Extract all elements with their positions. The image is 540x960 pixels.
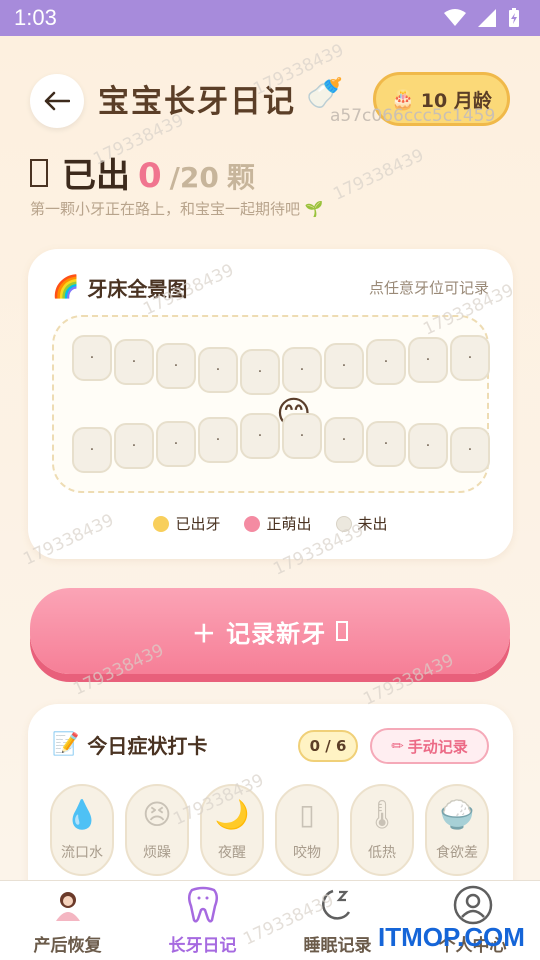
tab-postpartum[interactable]: 产后恢复 <box>0 881 135 960</box>
status-icons <box>444 8 520 28</box>
symptom-card-title: 今日症状打卡 <box>87 734 208 758</box>
lower-tooth-slot[interactable]: · <box>156 421 196 467</box>
legend-item-erupting: 正萌出 <box>244 513 312 534</box>
upper-tooth-slot[interactable]: · <box>324 343 364 389</box>
lower-tooth-slot[interactable]: · <box>282 413 322 459</box>
legend-label-erupted: 已出牙 <box>175 515 221 533</box>
manual-record-button[interactable]: ✏ 手动记录 <box>370 728 489 764</box>
rainbow-icon: 🌈 <box>52 275 80 300</box>
symptom-count-badge: 0 / 6 <box>298 730 358 762</box>
tab-label: 产后恢复 <box>33 936 102 956</box>
symptom-poor-appetite[interactable]: 🍚 食欲差 <box>425 784 489 876</box>
droplet-icon: 💧 <box>64 797 100 831</box>
site-brand-watermark: ITMOP.COM <box>378 922 525 952</box>
manual-record-label: 手动记录 <box>407 737 468 756</box>
mother-avatar-icon <box>50 885 86 925</box>
symptom-label: 流口水 <box>61 845 103 861</box>
upper-tooth-slot[interactable]: · <box>72 335 112 381</box>
thermometer-icon: 🌡 <box>364 797 400 831</box>
arrow-left-icon <box>44 91 70 111</box>
symptom-drooling[interactable]: 💧 流口水 <box>50 784 114 876</box>
lower-tooth-slot[interactable]: · <box>198 417 238 463</box>
upper-tooth-slot[interactable]: · <box>114 339 154 385</box>
legend-item-erupted: 已出牙 <box>153 513 220 534</box>
legend-dot-erupting <box>244 515 261 532</box>
rice-bowl-icon: 🍚 <box>439 797 475 831</box>
symptom-low-fever[interactable]: 🌡 低热 <box>350 784 414 876</box>
upper-tooth-slot[interactable]: · <box>282 347 322 393</box>
upper-tooth-slot[interactable]: · <box>408 337 448 383</box>
counter-count: 0 <box>138 156 162 196</box>
tab-label: 睡眠记录 <box>303 936 372 956</box>
counter-total: /20 <box>169 161 219 194</box>
upper-tooth-slot[interactable]: · <box>156 343 196 389</box>
symptom-label: 夜醒 <box>218 845 246 861</box>
tooth-icon <box>30 159 48 187</box>
upper-tooth-slot[interactable]: · <box>240 349 280 395</box>
tooth-icon <box>336 621 349 641</box>
upper-tooth-slot[interactable]: · <box>366 339 406 385</box>
tab-label: 长牙日记 <box>168 936 237 956</box>
symptom-label: 烦躁 <box>143 845 171 861</box>
teeth-counter: 已出 0/20 颗 <box>30 148 255 197</box>
lower-tooth-slot[interactable]: · <box>408 423 448 469</box>
tooth-tab-icon <box>186 885 220 925</box>
counter-unit: 颗 <box>226 161 255 194</box>
symptom-biting[interactable]: ▯ 咬物 <box>275 784 339 876</box>
upper-tooth-slot[interactable]: · <box>450 335 490 381</box>
teether-icon: ▯ <box>299 797 315 831</box>
lower-tooth-slot[interactable]: · <box>450 427 490 473</box>
symptom-label: 低热 <box>368 845 396 861</box>
signal-icon <box>478 9 496 27</box>
legend-dot-erupted <box>153 515 170 532</box>
counter-hint: 第一颗小牙正在路上，和宝宝一起期待吧 🌱 <box>30 200 324 218</box>
symptom-fussy[interactable]: 😣 烦躁 <box>125 784 189 876</box>
device-id-text: a57c066ccc5c1459 <box>330 106 496 126</box>
lower-tooth-slot[interactable]: · <box>72 427 112 473</box>
status-time: 1:03 <box>14 5 57 30</box>
lower-tooth-slot[interactable]: · <box>324 417 364 463</box>
user-icon <box>453 885 493 925</box>
lower-tooth-slot[interactable]: · <box>366 421 406 467</box>
wifi-icon <box>444 9 466 26</box>
teething-diary-page: 宝宝长牙日记 🍼 🎂 10 月龄 a57c066ccc5c1459 已出 0/2… <box>0 36 540 916</box>
upper-tooth-slot[interactable]: · <box>198 347 238 393</box>
symptom-label: 咬物 <box>293 845 321 861</box>
legend-label-erupting: 正萌出 <box>266 515 312 533</box>
pencil-icon: ✏ <box>391 737 404 755</box>
status-bar: 1:03 <box>0 0 540 36</box>
lower-tooth-slot[interactable]: · <box>114 423 154 469</box>
memo-icon: 📝 <box>52 732 80 757</box>
gum-card-tip: 点任意牙位可记录 <box>368 279 489 297</box>
battery-icon <box>509 8 519 27</box>
back-button[interactable] <box>30 74 84 128</box>
upset-face-icon: 😣 <box>142 797 172 831</box>
gum-chart: 😊 ···················· <box>52 315 490 493</box>
record-button-label: ＋ 记录新牙 <box>191 619 327 648</box>
gum-panorama-card: 🌈 牙床全景图 点任意牙位可记录 😊 ···················· … <box>28 249 513 559</box>
symptom-label: 食欲差 <box>436 845 478 861</box>
symptom-card-header: 📝 今日症状打卡 <box>52 730 207 759</box>
lower-tooth-slot[interactable]: · <box>240 413 280 459</box>
